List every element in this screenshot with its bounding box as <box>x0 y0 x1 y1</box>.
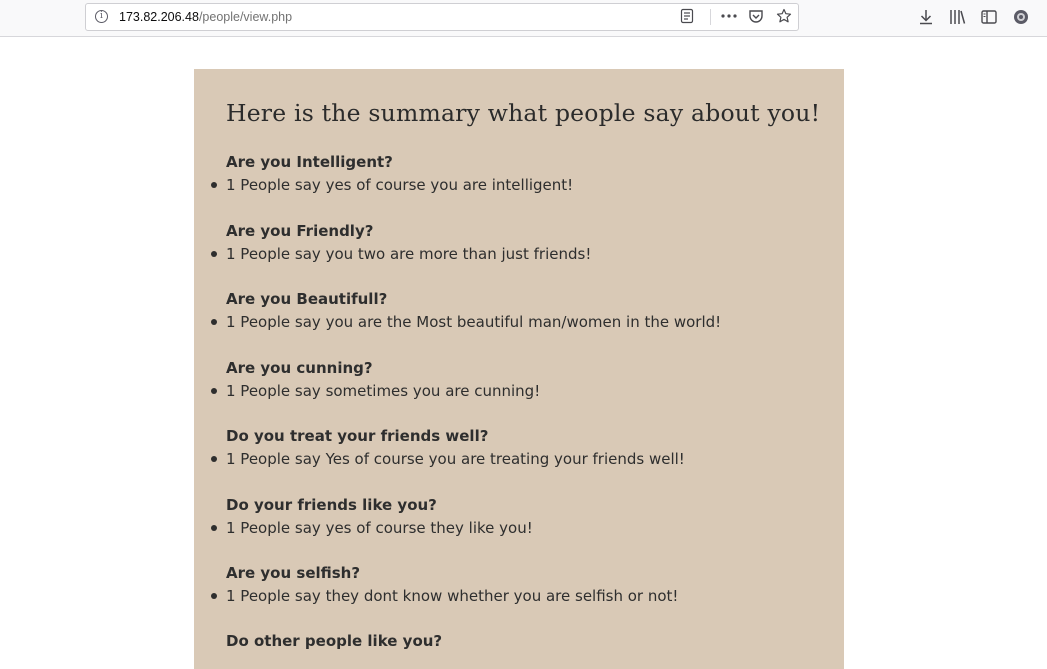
question-text: Do you treat your friends well? <box>226 427 489 445</box>
downloads-icon[interactable] <box>917 8 935 26</box>
bullet-icon <box>211 525 217 531</box>
url-host: 173.82.206.48 <box>119 10 199 24</box>
url-path: /people/view.php <box>198 10 293 24</box>
page-title: Here is the summary what people say abou… <box>226 99 821 127</box>
answer-text: 1 People say yes of course you are intel… <box>226 176 574 194</box>
qa-item: Are you Beautifull? 1 People say you are… <box>211 289 826 332</box>
qa-item: Are you Intelligent? 1 People say yes of… <box>211 152 826 195</box>
qa-item: Do your friends like you? 1 People say y… <box>211 495 826 538</box>
answer-text: 1 People say they dont know whether you … <box>226 587 679 605</box>
question-text: Are you Friendly? <box>226 222 374 240</box>
question-text: Are you Beautifull? <box>226 290 388 308</box>
question-text: Do other people like you? <box>226 632 443 650</box>
answer-text: 1 People say yes of course they like you… <box>226 519 533 537</box>
library-icon[interactable] <box>948 8 966 26</box>
qa-item: Are you cunning? 1 People say sometimes … <box>211 358 826 401</box>
bullet-icon <box>211 593 217 599</box>
pocket-icon[interactable] <box>748 8 766 26</box>
url-text[interactable]: 173.82.206.48/people/view.php <box>119 10 292 24</box>
reader-view-icon[interactable] <box>679 8 697 26</box>
site-info-icon[interactable]: i <box>95 10 108 23</box>
question-text: Are you cunning? <box>226 359 373 377</box>
page-actions-menu-icon[interactable] <box>720 8 738 26</box>
answer-text: 1 People say sometimes you are cunning! <box>226 382 541 400</box>
qa-item: Do you treat your friends well? 1 People… <box>211 426 826 469</box>
question-text: Are you Intelligent? <box>226 153 393 171</box>
answer-list-item: 1 People say yes of course they like you… <box>211 518 826 538</box>
bookmark-star-icon[interactable] <box>776 8 794 26</box>
bullet-icon <box>211 319 217 325</box>
bullet-icon <box>211 388 217 394</box>
question-text: Are you selfish? <box>226 564 361 582</box>
answer-list-item: 1 People say you are the Most beautiful … <box>211 312 826 332</box>
question-text: Do your friends like you? <box>226 496 437 514</box>
address-bar[interactable]: i 173.82.206.48/people/view.php <box>85 3 799 31</box>
qa-item: Are you Friendly? 1 People say you two a… <box>211 221 826 264</box>
answer-list-item: 1 People say they dont know whether you … <box>211 586 826 606</box>
answer-text: 1 People say you two are more than just … <box>226 245 592 263</box>
answer-list-item: 1 People say sometimes you are cunning! <box>211 381 826 401</box>
summary-panel: Here is the summary what people say abou… <box>194 69 844 669</box>
answer-text: 1 People say Yes of course you are treat… <box>226 450 685 468</box>
qa-item: Do other people like you? <box>226 631 826 651</box>
answer-list-item: 1 People say yes of course you are intel… <box>211 175 826 195</box>
sidebar-icon[interactable] <box>980 8 998 26</box>
answer-text: 1 People say you are the Most beautiful … <box>226 313 722 331</box>
qa-item: Are you selfish? 1 People say they dont … <box>211 563 826 606</box>
browser-toolbar: i 173.82.206.48/people/view.php <box>0 0 1047 37</box>
urlbar-separator <box>710 9 711 25</box>
bullet-icon <box>211 251 217 257</box>
answer-list-item: 1 People say you two are more than just … <box>211 244 826 264</box>
bullet-icon <box>211 182 217 188</box>
bullet-icon <box>211 456 217 462</box>
extension-icon[interactable] <box>1012 8 1030 26</box>
answer-list-item: 1 People say Yes of course you are treat… <box>211 449 826 469</box>
